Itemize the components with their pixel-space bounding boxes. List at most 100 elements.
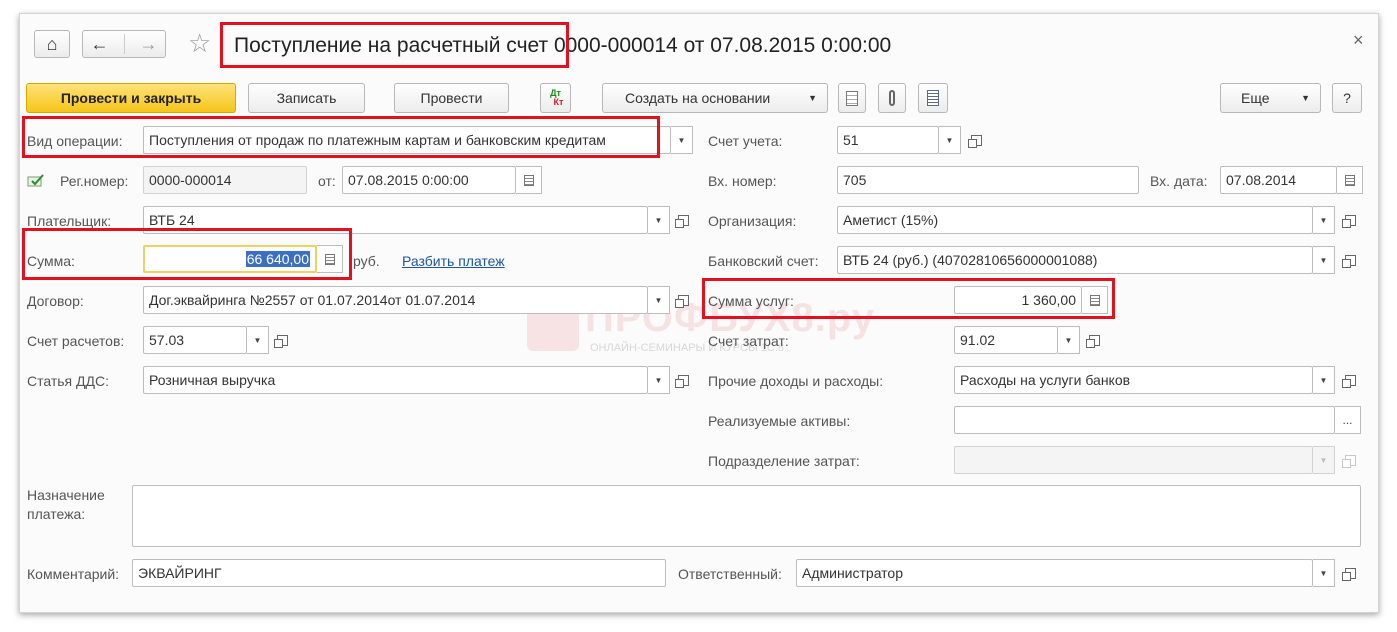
service-amount-calculator-button[interactable]: [1082, 286, 1108, 314]
account-label: Счет учета:: [708, 133, 783, 149]
payer-label: Плательщик:: [27, 213, 112, 229]
calendar-icon: [1344, 174, 1355, 186]
payer-field[interactable]: ВТБ 24: [143, 206, 648, 234]
create-based-on-button[interactable]: Создать на основании ▼: [602, 83, 828, 113]
comment-field[interactable]: ЭКВАЙРИНГ: [132, 559, 666, 587]
responsible-field[interactable]: Администратор: [796, 559, 1313, 587]
expense-account-field[interactable]: 91.02: [954, 326, 1058, 354]
settlement-account-open-button[interactable]: [271, 329, 293, 351]
chevron-down-icon: ▼: [1319, 568, 1328, 578]
calculator-icon: [1089, 294, 1100, 306]
settlement-account-dropdown[interactable]: ▼: [247, 326, 269, 354]
back-arrow-icon[interactable]: ←: [91, 34, 109, 55]
dt-kt-icon: Дт Кт: [550, 88, 564, 107]
chevron-down-icon: ▼: [253, 335, 262, 345]
sold-assets-select-button[interactable]: ...: [1335, 406, 1361, 434]
purpose-textarea[interactable]: [132, 485, 1361, 547]
more-button[interactable]: Еще ▼: [1220, 83, 1321, 113]
incoming-number-field[interactable]: 705: [837, 166, 1139, 194]
contract-field[interactable]: Дог.эквайринга №2557 от 01.07.2014от 01.…: [143, 286, 648, 314]
incoming-date-picker-button[interactable]: [1337, 166, 1363, 194]
cost-department-open-button[interactable]: [1339, 449, 1361, 471]
posted-check-icon: [27, 174, 45, 188]
chevron-down-icon: ▼: [654, 215, 663, 225]
bank-account-dropdown[interactable]: ▼: [1313, 246, 1335, 274]
dt-kt-button[interactable]: Дт Кт: [540, 83, 571, 113]
open-form-icon: [674, 294, 689, 308]
chevron-down-icon: ▼: [654, 295, 663, 305]
account-dropdown[interactable]: ▼: [939, 126, 961, 154]
page-title-number: 0000-000014 от 07.08.2015 0:00:00: [548, 34, 892, 57]
post-button[interactable]: Провести: [394, 83, 509, 113]
open-form-icon: [1341, 567, 1356, 581]
organization-dropdown[interactable]: ▼: [1313, 206, 1335, 234]
amount-calculator-button[interactable]: [317, 245, 343, 273]
amount-field[interactable]: 66 640,00: [143, 245, 317, 273]
sold-assets-label: Реализуемые активы:: [708, 413, 851, 429]
sold-assets-field[interactable]: [954, 406, 1335, 434]
split-payment-link[interactable]: Разбить платеж: [402, 252, 505, 270]
expense-account-dropdown[interactable]: ▼: [1058, 326, 1080, 354]
contract-open-button[interactable]: [672, 289, 694, 311]
amount-label: Сумма:: [27, 253, 75, 269]
cash-flow-item-label: Статья ДДС:: [27, 373, 109, 389]
bank-account-field[interactable]: ВТБ 24 (руб.) (40702810656000001088): [837, 246, 1313, 274]
purpose-label-line1: Назначение: [27, 487, 105, 503]
operation-type-field[interactable]: Поступления от продаж по платежным карта…: [143, 126, 671, 154]
date-from-field[interactable]: 07.08.2015 0:00:00: [342, 166, 516, 194]
open-form-icon: [1341, 254, 1356, 268]
contract-label: Договор:: [27, 293, 84, 309]
cost-department-dropdown[interactable]: ▼: [1313, 446, 1335, 474]
open-form-icon: [674, 214, 689, 228]
organization-field[interactable]: Аметист (15%): [837, 206, 1313, 234]
expense-account-open-button[interactable]: [1083, 329, 1105, 351]
cash-flow-item-open-button[interactable]: [672, 369, 694, 391]
post-and-close-button[interactable]: Провести и закрыть: [26, 83, 236, 113]
cost-department-field[interactable]: [954, 446, 1313, 474]
other-income-expenses-dropdown[interactable]: ▼: [1313, 366, 1335, 394]
history-nav: ← →: [82, 30, 166, 58]
payer-dropdown[interactable]: ▼: [648, 206, 670, 234]
cost-department-label: Подразделение затрат:: [708, 453, 860, 469]
forward-arrow-icon[interactable]: →: [140, 34, 158, 55]
attach-button[interactable]: [878, 83, 906, 113]
bank-account-open-button[interactable]: [1339, 249, 1361, 271]
other-income-expenses-label: Прочие доходы и расходы:: [708, 373, 884, 389]
service-amount-field[interactable]: 1 360,00: [954, 286, 1082, 314]
organization-open-button[interactable]: [1339, 209, 1361, 231]
home-button[interactable]: ⌂: [34, 30, 70, 58]
save-button[interactable]: Записать: [248, 83, 365, 113]
help-button[interactable]: ?: [1332, 83, 1362, 113]
operation-type-dropdown[interactable]: ▼: [671, 126, 693, 154]
print-preview-button[interactable]: [838, 83, 866, 113]
responsible-open-button[interactable]: [1339, 562, 1361, 584]
create-based-on-label: Создать на основании: [625, 90, 771, 106]
settlement-account-field[interactable]: 57.03: [143, 326, 247, 354]
responsible-dropdown[interactable]: ▼: [1313, 559, 1335, 587]
bank-account-label: Банковский счет:: [708, 253, 819, 269]
chevron-down-icon: ▼: [654, 375, 663, 385]
report-button[interactable]: [918, 83, 948, 113]
responsible-label: Ответственный:: [678, 566, 782, 582]
chevron-down-icon: ▼: [677, 135, 686, 145]
incoming-number-label: Вх. номер:: [708, 173, 777, 189]
cash-flow-item-field[interactable]: Розничная выручка: [143, 366, 648, 394]
contract-dropdown[interactable]: ▼: [648, 286, 670, 314]
chevron-down-icon: ▼: [1319, 215, 1328, 225]
favorite-star-icon[interactable]: ☆: [188, 28, 211, 59]
other-income-expenses-open-button[interactable]: [1339, 369, 1361, 391]
chevron-down-icon: ▼: [945, 135, 954, 145]
account-field[interactable]: 51: [837, 126, 939, 154]
cash-flow-item-dropdown[interactable]: ▼: [648, 366, 670, 394]
date-picker-button[interactable]: [516, 166, 542, 194]
close-icon[interactable]: ×: [1353, 30, 1364, 51]
service-amount-label: Сумма услуг:: [708, 293, 794, 309]
payer-open-button[interactable]: [672, 209, 694, 231]
other-income-expenses-field[interactable]: Расходы на услуги банков: [954, 366, 1313, 394]
incoming-date-field[interactable]: 07.08.2014: [1220, 166, 1337, 194]
open-form-icon: [273, 334, 288, 348]
reg-number-field[interactable]: 0000-000014: [143, 166, 307, 194]
reg-number-label: Рег.номер:: [60, 173, 129, 189]
account-open-button[interactable]: [965, 129, 987, 151]
open-form-icon: [1341, 374, 1356, 388]
